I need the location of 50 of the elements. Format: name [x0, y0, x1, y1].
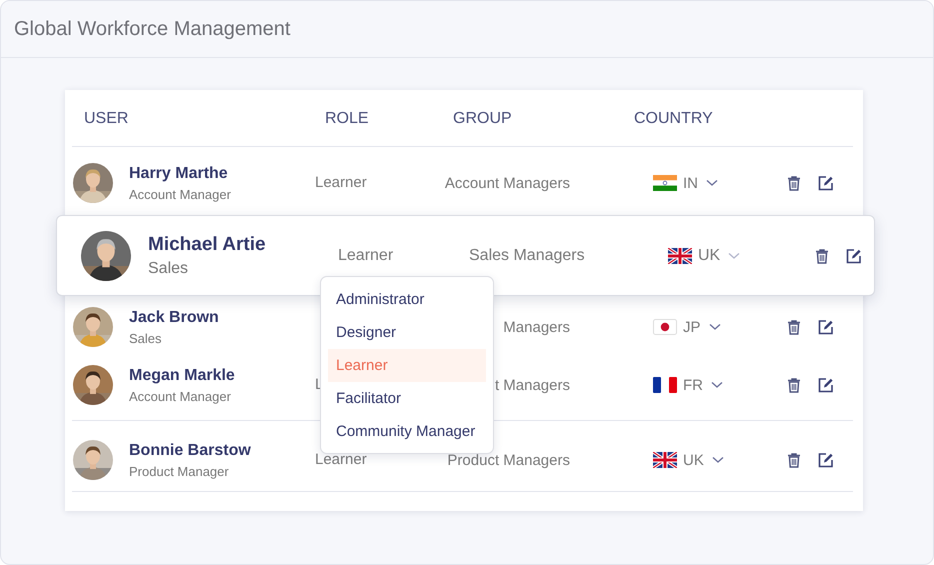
user-title: Account Manager — [129, 388, 232, 404]
trash-icon[interactable] — [786, 377, 802, 393]
country-code: FR — [683, 376, 703, 394]
dropdown-option[interactable]: Community Manager — [328, 415, 486, 448]
column-header: USER — [84, 110, 128, 128]
role-text: Learner — [315, 174, 367, 191]
chevron-down-icon[interactable] — [708, 323, 721, 331]
user-title: Product Manager — [129, 464, 230, 478]
trash-icon[interactable] — [814, 248, 830, 264]
flag-icon — [653, 175, 677, 191]
edit-icon[interactable] — [818, 452, 834, 468]
edit-icon[interactable] — [818, 175, 834, 191]
flag-icon — [653, 377, 677, 393]
trash-icon[interactable] — [786, 452, 802, 468]
flag-icon — [668, 248, 692, 264]
column-header: GROUP — [453, 110, 512, 128]
flag-icon — [653, 452, 677, 468]
user-title: Sales — [148, 260, 190, 278]
flag-icon — [653, 319, 677, 335]
column-header: COUNTRY — [634, 110, 713, 128]
role-text: Learner — [315, 451, 367, 468]
chevron-down-icon[interactable] — [706, 179, 718, 187]
user-name: Bonnie Barstow — [129, 442, 251, 460]
country-code: IN — [683, 174, 698, 192]
role-text: Learner — [338, 246, 394, 264]
user-title: Account Manager — [129, 186, 231, 202]
user-name: Jack Brown — [129, 308, 219, 326]
country-code: JP — [683, 318, 701, 336]
group-text: Sales Managers — [469, 246, 585, 264]
trash-icon[interactable] — [786, 175, 802, 191]
group-text: Product Managers — [447, 452, 570, 468]
chevron-down-icon[interactable] — [712, 456, 724, 464]
group-text: Managers — [503, 318, 570, 336]
user-name: Megan Markle — [129, 366, 235, 384]
edit-icon[interactable] — [846, 248, 862, 264]
trash-icon[interactable] — [786, 319, 802, 335]
chevron-down-icon[interactable] — [711, 381, 723, 389]
user-name: Harry Marthe — [129, 164, 229, 182]
edit-icon[interactable] — [818, 319, 834, 335]
country-code: UK — [698, 246, 720, 264]
user-name: Michael Artie — [148, 234, 266, 256]
user-title: Sales — [129, 330, 163, 346]
dropdown-option[interactable]: Facilitator — [328, 382, 486, 415]
dropdown-option[interactable]: Designer — [328, 316, 486, 349]
group-text: Account Managers — [444, 174, 570, 192]
group-text: t Managers — [494, 376, 570, 394]
window-title: Global Workforce Management — [14, 18, 290, 40]
edit-icon[interactable] — [818, 377, 834, 393]
column-header: ROLE — [325, 110, 369, 128]
country-code: UK — [683, 452, 704, 468]
